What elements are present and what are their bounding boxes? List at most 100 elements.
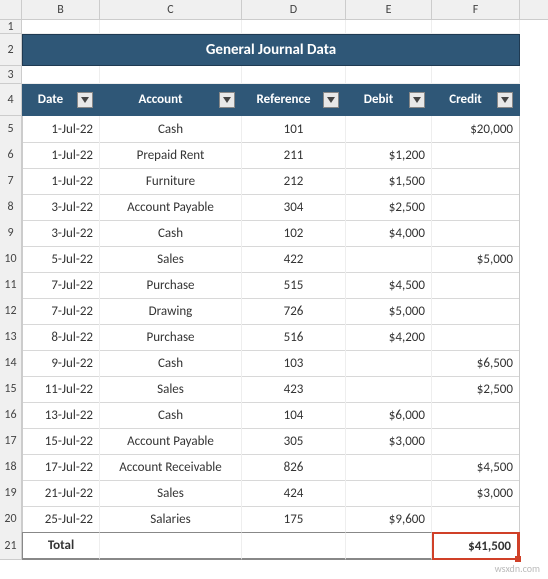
cell-credit[interactable]: $6,500 (432, 350, 520, 377)
row-header[interactable]: 15 (0, 376, 22, 403)
cell-credit[interactable] (432, 272, 520, 299)
row-header[interactable]: 7 (0, 168, 22, 195)
cell[interactable] (346, 20, 432, 34)
filter-button-credit[interactable] (497, 92, 513, 108)
filter-button-account[interactable] (219, 92, 235, 108)
cell-credit[interactable]: $4,500 (432, 454, 520, 481)
cell-debit[interactable] (346, 454, 432, 481)
cell-credit[interactable]: $3,000 (432, 480, 520, 507)
cell-reference[interactable]: 423 (242, 376, 346, 403)
cell-debit[interactable]: $2,500 (346, 194, 432, 221)
cell-credit[interactable] (432, 506, 520, 533)
cell-credit[interactable] (432, 142, 520, 169)
cell-reference[interactable]: 101 (242, 116, 346, 143)
cell-date[interactable]: 3-Jul-22 (22, 194, 100, 221)
row-header[interactable]: 4 (0, 84, 22, 116)
cell-date[interactable]: 21-Jul-22 (22, 480, 100, 507)
cell[interactable] (346, 66, 432, 84)
cell-date[interactable]: 7-Jul-22 (22, 272, 100, 299)
col-header-f[interactable]: F (432, 0, 520, 19)
filter-button-date[interactable] (77, 92, 93, 108)
cell-account[interactable]: Sales (100, 376, 242, 403)
cell-date[interactable]: 25-Jul-22 (22, 506, 100, 533)
cell-date[interactable]: 9-Jul-22 (22, 350, 100, 377)
row-header[interactable]: 11 (0, 272, 22, 299)
cell-reference[interactable]: 211 (242, 142, 346, 169)
cell-account[interactable]: Cash (100, 220, 242, 247)
cell-reference[interactable]: 422 (242, 246, 346, 273)
col-header-c[interactable]: C (100, 0, 242, 19)
cell[interactable] (432, 66, 520, 84)
row-header[interactable]: 10 (0, 246, 22, 273)
th-reference[interactable]: Reference (242, 84, 346, 116)
cell-debit[interactable]: $9,600 (346, 506, 432, 533)
cell-account[interactable]: Account Payable (100, 428, 242, 455)
cell-debit[interactable] (346, 376, 432, 403)
cell-date[interactable]: 17-Jul-22 (22, 454, 100, 481)
cell-credit[interactable] (432, 194, 520, 221)
cell-date[interactable]: 1-Jul-22 (22, 142, 100, 169)
page-title[interactable]: General Journal Data (22, 34, 520, 66)
cell-reference[interactable]: 305 (242, 428, 346, 455)
cell[interactable] (22, 20, 100, 34)
th-credit[interactable]: Credit (432, 84, 520, 116)
row-header[interactable]: 12 (0, 298, 22, 325)
row-header[interactable]: 2 (0, 34, 22, 66)
cell[interactable] (242, 66, 346, 84)
cell-credit[interactable]: $5,000 (432, 246, 520, 273)
row-header[interactable]: 16 (0, 402, 22, 429)
cell[interactable] (242, 20, 346, 34)
cell-account[interactable]: Sales (100, 246, 242, 273)
cell-date[interactable]: 13-Jul-22 (22, 402, 100, 429)
cell-date[interactable]: 1-Jul-22 (22, 168, 100, 195)
row-header[interactable]: 9 (0, 220, 22, 247)
cell-debit[interactable]: $5,000 (346, 298, 432, 325)
th-account[interactable]: Account (100, 84, 242, 116)
cell-credit[interactable] (432, 428, 520, 455)
cell[interactable] (22, 66, 100, 84)
cell-date[interactable]: 5-Jul-22 (22, 246, 100, 273)
cell-debit[interactable] (346, 246, 432, 273)
total-credit-cell[interactable]: $41,500 (432, 532, 520, 560)
row-header[interactable]: 3 (0, 66, 22, 84)
cell[interactable] (100, 66, 242, 84)
row-header[interactable]: 14 (0, 350, 22, 377)
cell-reference[interactable]: 304 (242, 194, 346, 221)
cell-account[interactable]: Drawing (100, 298, 242, 325)
row-header[interactable]: 6 (0, 142, 22, 169)
cell-account[interactable]: Salaries (100, 506, 242, 533)
cell-reference[interactable]: 826 (242, 454, 346, 481)
cell[interactable] (432, 20, 520, 34)
cell-debit[interactable] (346, 480, 432, 507)
row-header[interactable]: 13 (0, 324, 22, 351)
col-header-e[interactable]: E (346, 0, 432, 19)
cell-account[interactable]: Cash (100, 402, 242, 429)
cell-debit[interactable] (346, 350, 432, 377)
col-header-b[interactable]: B (22, 0, 100, 19)
cell[interactable] (346, 532, 432, 560)
cell-reference[interactable]: 102 (242, 220, 346, 247)
cell-debit[interactable] (346, 116, 432, 143)
cell-credit[interactable]: $20,000 (432, 116, 520, 143)
cell-reference[interactable]: 175 (242, 506, 346, 533)
cell-account[interactable]: Account Receivable (100, 454, 242, 481)
cell-debit[interactable]: $3,000 (346, 428, 432, 455)
row-header[interactable]: 18 (0, 454, 22, 481)
cell-credit[interactable] (432, 168, 520, 195)
cell-account[interactable]: Furniture (100, 168, 242, 195)
cell-debit[interactable]: $4,200 (346, 324, 432, 351)
cell-debit[interactable]: $4,500 (346, 272, 432, 299)
cell-debit[interactable]: $4,000 (346, 220, 432, 247)
cell[interactable] (100, 20, 242, 34)
cell-reference[interactable]: 515 (242, 272, 346, 299)
cell-date[interactable]: 3-Jul-22 (22, 220, 100, 247)
row-header[interactable]: 5 (0, 116, 22, 143)
cell[interactable] (242, 532, 346, 560)
cell-debit[interactable]: $1,500 (346, 168, 432, 195)
total-label-cell[interactable]: Total (22, 532, 100, 560)
cell-reference[interactable]: 103 (242, 350, 346, 377)
cell-date[interactable]: 15-Jul-22 (22, 428, 100, 455)
cell-date[interactable]: 7-Jul-22 (22, 298, 100, 325)
cell-credit[interactable] (432, 220, 520, 247)
cell-reference[interactable]: 104 (242, 402, 346, 429)
